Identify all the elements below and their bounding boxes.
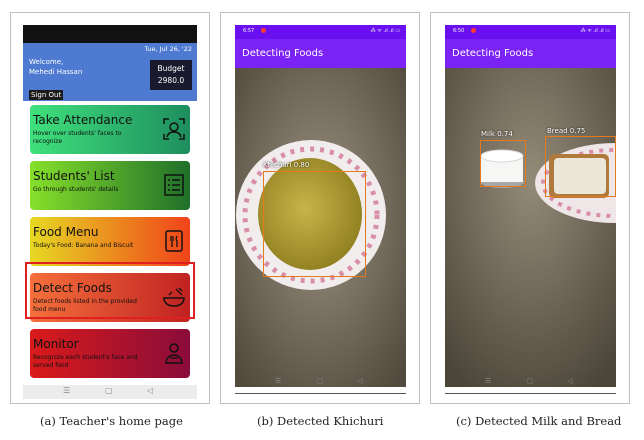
budget-box: Budget 2980.0: [150, 60, 192, 90]
card-title: Food Menu: [33, 225, 99, 239]
khichuri-bbox: [263, 171, 366, 277]
person-food-icon: [165, 343, 183, 364]
take-attendance-card[interactable]: Take Attendance Hover over students' fac…: [30, 105, 190, 154]
phone-screen: 6:50 ⁂ ᯤ .ıl .ıl ▭ Detecting Foods Milk …: [445, 25, 616, 387]
recents-nav-button[interactable]: ☰: [485, 377, 491, 385]
card-description: Today's Food: Banana and Biscuit: [33, 242, 134, 249]
camera-photo: Milk 0.74 Bread 0.75: [445, 68, 616, 387]
students-list-card[interactable]: Students' List Go through students' deta…: [30, 161, 190, 210]
khichuri-detection-label: Khichuri 0.80: [263, 161, 310, 169]
card-title: Students' List: [33, 169, 115, 183]
monitor-card[interactable]: Monitor Recognize each student's face an…: [30, 329, 190, 378]
recents-nav-button[interactable]: ☰: [275, 377, 281, 385]
system-nav-bar: ☰ ▢ ◁: [445, 377, 616, 389]
card-description: Recognize each student's face and served…: [33, 354, 138, 369]
card-title: Monitor: [33, 337, 79, 351]
home-header: Tue, Jul 26, '22 Welcome, Mehedi Hassan …: [23, 43, 197, 101]
welcome-label: Welcome,: [29, 58, 64, 66]
bread-detection-label: Bread 0.75: [547, 127, 586, 135]
status-time: 6:50: [453, 28, 465, 34]
card-description: Hover over students' faces to recognize: [33, 130, 122, 145]
camera-photo: Khichuri 0.80: [235, 68, 406, 387]
status-bar: 6:50 ⁂ ᯤ .ıl .ıl ▭: [445, 25, 616, 39]
home-nav-button[interactable]: ▢: [105, 386, 113, 395]
divider: [235, 393, 406, 394]
status-time: 6:57: [243, 28, 255, 34]
back-nav-button[interactable]: ◁: [567, 377, 572, 385]
teacher-home-panel: Tue, Jul 26, '22 Welcome, Mehedi Hassan …: [10, 12, 210, 404]
card-title: Take Attendance: [33, 113, 133, 127]
phone-screen: 6:57 ⁂ ᯤ .ıl .ıl ▭ Detecting Foods Khich…: [235, 25, 406, 387]
caption-a: (a) Teacher's home page: [40, 414, 183, 428]
recording-dot-icon: [261, 28, 266, 33]
home-nav-button[interactable]: ▢: [527, 377, 534, 385]
menu-card-icon: [165, 230, 183, 252]
status-bar: 6:57 ⁂ ᯤ .ıl .ıl ▭: [235, 25, 406, 39]
budget-value: 2980.0: [157, 76, 185, 85]
user-name: Mehedi Hassan: [29, 68, 83, 76]
milk-detection-label: Milk 0.74: [481, 130, 513, 138]
recording-dot-icon: [471, 28, 476, 33]
food-menu-card[interactable]: Food Menu Today's Food: Banana and Biscu…: [30, 217, 190, 266]
card-description: Go through students' details: [33, 186, 119, 193]
list-icon: [164, 174, 184, 196]
caption-c: (c) Detected Milk and Bread: [456, 414, 622, 428]
sign-out-button[interactable]: Sign Out: [29, 90, 64, 100]
caption-b: (b) Detected Khichuri: [257, 414, 384, 428]
detected-khichuri-panel: 6:57 ⁂ ᯤ .ıl .ıl ▭ Detecting Foods Khich…: [220, 12, 420, 404]
system-nav-bar: ☰ ▢ ◁: [235, 377, 406, 389]
face-scan-icon: [163, 118, 185, 140]
phone-screen: Tue, Jul 26, '22 Welcome, Mehedi Hassan …: [23, 25, 197, 399]
milk-bread-image: [445, 68, 616, 387]
back-nav-button[interactable]: ◁: [147, 386, 153, 395]
budget-label: Budget: [157, 64, 185, 73]
highlight-box: [25, 262, 195, 319]
status-bar: [23, 25, 197, 43]
app-bar-title: Detecting Foods: [235, 39, 406, 68]
app-bar-title: Detecting Foods: [445, 39, 616, 68]
back-nav-button[interactable]: ◁: [357, 377, 362, 385]
recents-nav-button[interactable]: ☰: [63, 386, 70, 395]
welcome-text: Welcome, Mehedi Hassan: [29, 57, 82, 77]
date-text: Tue, Jul 26, '22: [144, 45, 192, 53]
system-nav-bar: ☰ ▢ ◁: [23, 385, 197, 399]
milk-bbox: [480, 140, 526, 187]
status-icons: ⁂ ᯤ .ıl .ıl ▭: [580, 28, 610, 34]
detected-milk-bread-panel: 6:50 ⁂ ᯤ .ıl .ıl ▭ Detecting Foods Milk …: [430, 12, 630, 404]
bread-bbox: [545, 136, 616, 197]
status-icons: ⁂ ᯤ .ıl .ıl ▭: [370, 28, 400, 34]
home-nav-button[interactable]: ▢: [317, 377, 324, 385]
divider: [445, 393, 616, 394]
